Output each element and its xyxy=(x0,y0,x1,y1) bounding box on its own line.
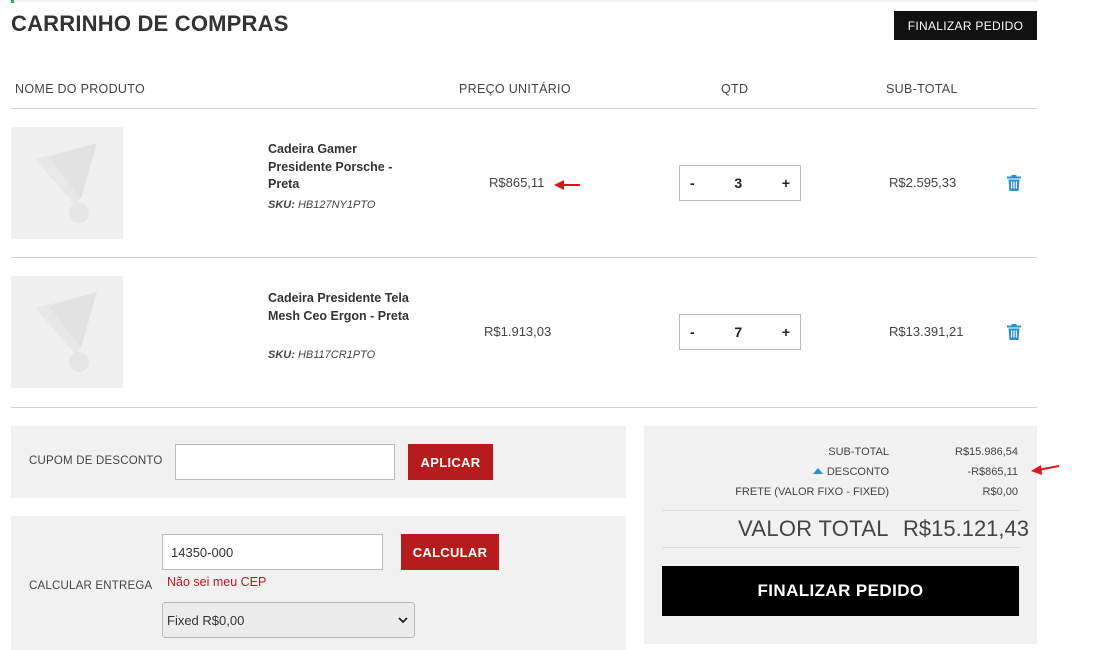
row-divider xyxy=(11,407,1037,408)
apply-coupon-button[interactable]: APLICAR xyxy=(408,444,493,480)
qty-value[interactable]: 7 xyxy=(734,324,742,340)
header-product-name: NOME DO PRODUTO xyxy=(15,82,145,96)
product-name[interactable]: Cadeira Gamer Presidente Porsche - Preta xyxy=(268,141,418,194)
product-sku: SKU: HB127NY1PTO xyxy=(268,199,375,211)
header-unit-price: PREÇO UNITÁRIO xyxy=(459,82,571,96)
page-title: CARRINHO DE COMPRAS xyxy=(11,11,289,36)
summary-discount-label: DESCONTO xyxy=(826,466,889,478)
checkout-button[interactable]: FINALIZAR PEDIDO xyxy=(662,566,1019,616)
unit-price: R$1.913,03 xyxy=(484,324,552,339)
placeholder-image-icon xyxy=(35,292,97,372)
summary-divider xyxy=(662,510,1019,511)
trash-icon[interactable] xyxy=(1007,324,1021,340)
total-label: VALOR TOTAL xyxy=(738,516,889,541)
summary-subtotal-label: SUB-TOTAL xyxy=(828,446,889,458)
product-image[interactable] xyxy=(11,276,123,388)
summary-subtotal-value: R$15.986,54 xyxy=(955,446,1018,458)
qty-increase-button[interactable]: + xyxy=(782,324,790,340)
header-subtotal: SUB-TOTAL xyxy=(886,82,958,96)
unit-price: R$865,11 xyxy=(489,175,545,190)
product-image[interactable] xyxy=(11,127,123,239)
sku-value: HB117CR1PTO xyxy=(297,349,376,361)
shipping-method-select[interactable]: Fixed R$0,00 xyxy=(162,602,415,638)
qty-increase-button[interactable]: + xyxy=(782,175,790,191)
summary-divider xyxy=(662,547,1019,548)
quantity-stepper[interactable]: - 7 + xyxy=(679,314,801,350)
qty-value[interactable]: 3 xyxy=(734,175,742,191)
status-dot xyxy=(11,0,14,3)
chevron-down-icon xyxy=(398,616,408,623)
shipping-method-value: Fixed R$0,00 xyxy=(167,612,245,628)
product-name[interactable]: Cadeira Presidente Tela Mesh Ceo Ergon -… xyxy=(268,290,418,325)
trash-icon[interactable] xyxy=(1007,175,1021,191)
item-subtotal: R$2.595,33 xyxy=(889,175,957,190)
sku-label: SKU: xyxy=(268,199,295,211)
checkout-button-top[interactable]: FINALIZAR PEDIDO xyxy=(894,11,1037,40)
total-value: R$15.121,43 xyxy=(903,516,1029,541)
summary-discount-value: -R$865,11 xyxy=(967,466,1018,478)
quantity-stepper[interactable]: - 3 + xyxy=(679,165,801,201)
sku-value: HB127NY1PTO xyxy=(297,199,376,211)
summary-discount-row[interactable]: DESCONTO xyxy=(812,466,889,478)
top-divider xyxy=(11,0,1037,3)
placeholder-image-icon xyxy=(35,143,97,223)
qty-decrease-button[interactable]: - xyxy=(690,324,695,340)
cep-input[interactable]: 14350-000 xyxy=(162,534,383,570)
summary-freight-value: R$0,00 xyxy=(982,486,1018,498)
product-sku: SKU: HB117CR1PTO xyxy=(268,349,375,361)
triangle-up-icon xyxy=(812,468,823,474)
summary-freight-label: FRETE (VALOR FIXO - FIXED) xyxy=(735,486,889,498)
shipping-label: CALCULAR ENTREGA xyxy=(29,580,153,592)
item-subtotal: R$13.391,21 xyxy=(889,324,964,339)
calculate-shipping-button[interactable]: CALCULAR xyxy=(401,534,499,570)
table-divider xyxy=(11,108,1037,109)
coupon-label: CUPOM DE DESCONTO xyxy=(29,455,163,467)
header-qty: QTD xyxy=(721,82,749,96)
annotation-arrow-icon xyxy=(554,180,580,190)
coupon-input[interactable] xyxy=(175,444,395,480)
unknown-cep-link[interactable]: Não sei meu CEP xyxy=(167,575,266,589)
sku-label: SKU: xyxy=(268,349,295,361)
row-divider xyxy=(11,257,1037,258)
annotation-arrow-icon xyxy=(1031,465,1060,475)
qty-decrease-button[interactable]: - xyxy=(690,175,695,191)
